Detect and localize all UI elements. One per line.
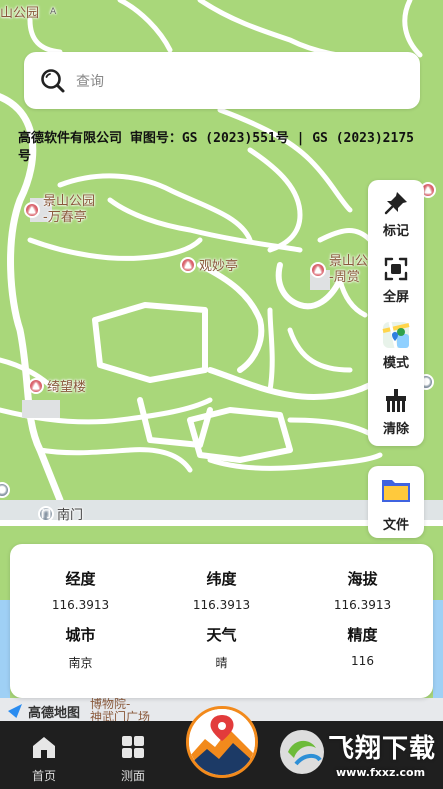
pin-icon — [381, 188, 411, 218]
accuracy-value: 116 — [351, 654, 374, 668]
poi-label: 山公园 — [0, 6, 40, 21]
city-label: 城市 — [65, 626, 96, 644]
poi-label: -周赏 — [329, 270, 360, 285]
longitude-label: 经度 — [65, 570, 96, 588]
folder-icon — [380, 476, 412, 508]
poi-label: 南门 — [57, 508, 84, 523]
nav-measure[interactable]: 测面 — [108, 735, 158, 784]
location-info-panel: 经度 116.3913 纬度 116.3913 海拔 116.3913 城市 南… — [10, 544, 433, 698]
search-input[interactable]: 查询 — [76, 71, 104, 91]
gate-pin-icon: 门 — [38, 505, 54, 522]
city-value: 南京 — [68, 656, 93, 670]
latitude-label: 纬度 — [206, 570, 237, 588]
weather-label: 天气 — [206, 626, 237, 644]
map-tools-panel: 标记 全屏 模式 清除 — [368, 180, 424, 446]
map-mode-icon — [381, 320, 411, 350]
accuracy-cell: 精度 116 — [292, 624, 433, 680]
file-button[interactable]: 文件 — [368, 466, 424, 538]
tool-label: 全屏 — [382, 290, 409, 305]
tool-label: 模式 — [382, 356, 409, 371]
poi-label: 绮望楼 — [47, 380, 87, 395]
watermark-text: 飞翔下载 — [328, 734, 437, 764]
poi-label: 景山公园 — [43, 194, 96, 209]
pagoda-pin-icon: ▲ — [28, 377, 44, 394]
map-copyright: 高德软件有限公司 审图号：GS (2023)551号 | GS (2023)21… — [18, 131, 414, 164]
nav-home[interactable]: 首页 — [19, 735, 69, 784]
poi-label: 观妙亭 — [199, 259, 239, 274]
pagoda-pin-icon: ▲ — [180, 256, 196, 273]
poi-nanmen[interactable]: 门 南门 — [38, 504, 83, 523]
nav-home-label: 首页 — [31, 769, 56, 783]
watermark-url: www.fxxz.com — [336, 766, 426, 779]
tool-label: 标记 — [382, 224, 409, 239]
weather-value: 晴 — [215, 656, 228, 670]
city-cell: 城市 南京 — [10, 624, 151, 680]
altitude-label: 海拔 — [347, 570, 378, 588]
tool-label: 文件 — [382, 518, 409, 533]
fullscreen-icon — [381, 254, 411, 284]
search-icon — [40, 68, 66, 94]
fullscreen-button[interactable]: 全屏 — [381, 246, 411, 312]
home-icon — [31, 735, 57, 763]
poi-wanchunting[interactable]: ▲ 景山公园 -万春亭 — [24, 194, 95, 226]
amap-logo-icon — [8, 704, 22, 718]
altitude-cell: 海拔 116.3913 — [292, 568, 433, 624]
weather-cell: 天气 晴 — [151, 624, 292, 680]
poi-label-group: 景山公 -周赏 — [329, 254, 368, 286]
search-bar[interactable]: 查询 — [24, 52, 420, 109]
poi-label: -万春亭 — [43, 210, 87, 225]
poi-qiwanglou[interactable]: ▲ 绮望楼 — [28, 376, 86, 395]
latitude-cell: 纬度 116.3913 — [151, 568, 292, 624]
poi-jingshan-park[interactable]: 山公园 A — [0, 2, 56, 21]
poi-zhoushang[interactable]: ▲ 景山公 -周赏 — [310, 254, 368, 286]
pagoda-pin-icon: ▲ — [310, 262, 326, 278]
poi-gate-mark: A — [50, 6, 57, 17]
longitude-value: 116.3913 — [51, 598, 110, 612]
mode-button[interactable]: 模式 — [381, 312, 411, 378]
longitude-cell: 经度 116.3913 — [10, 568, 151, 624]
amap-logo-text: 高德地图 — [28, 705, 81, 721]
poi-left-edge[interactable]: ● — [0, 482, 10, 498]
watermark: 飞翔下载 www.fxxz.com — [276, 724, 438, 786]
accuracy-label: 精度 — [347, 626, 378, 644]
location-pin-icon: ● — [0, 482, 10, 498]
altitude-value: 116.3913 — [333, 598, 392, 612]
latitude-value: 116.3913 — [192, 598, 251, 612]
poi-label: 景山公 — [329, 254, 369, 269]
clear-button[interactable]: 清除 — [381, 378, 411, 444]
locate-button[interactable] — [186, 706, 258, 778]
mark-button[interactable]: 标记 — [381, 180, 411, 246]
poi-label-group: 景山公园 -万春亭 — [43, 194, 95, 226]
pagoda-pin-icon: ▲ — [24, 202, 40, 218]
nav-measure-label: 测面 — [120, 769, 145, 783]
poi-guanmiaoting[interactable]: ▲ 观妙亭 — [180, 255, 238, 274]
grid-icon — [121, 735, 145, 763]
clear-icon — [381, 386, 411, 416]
mountain-location-icon — [189, 709, 255, 775]
tool-label: 清除 — [382, 422, 409, 437]
